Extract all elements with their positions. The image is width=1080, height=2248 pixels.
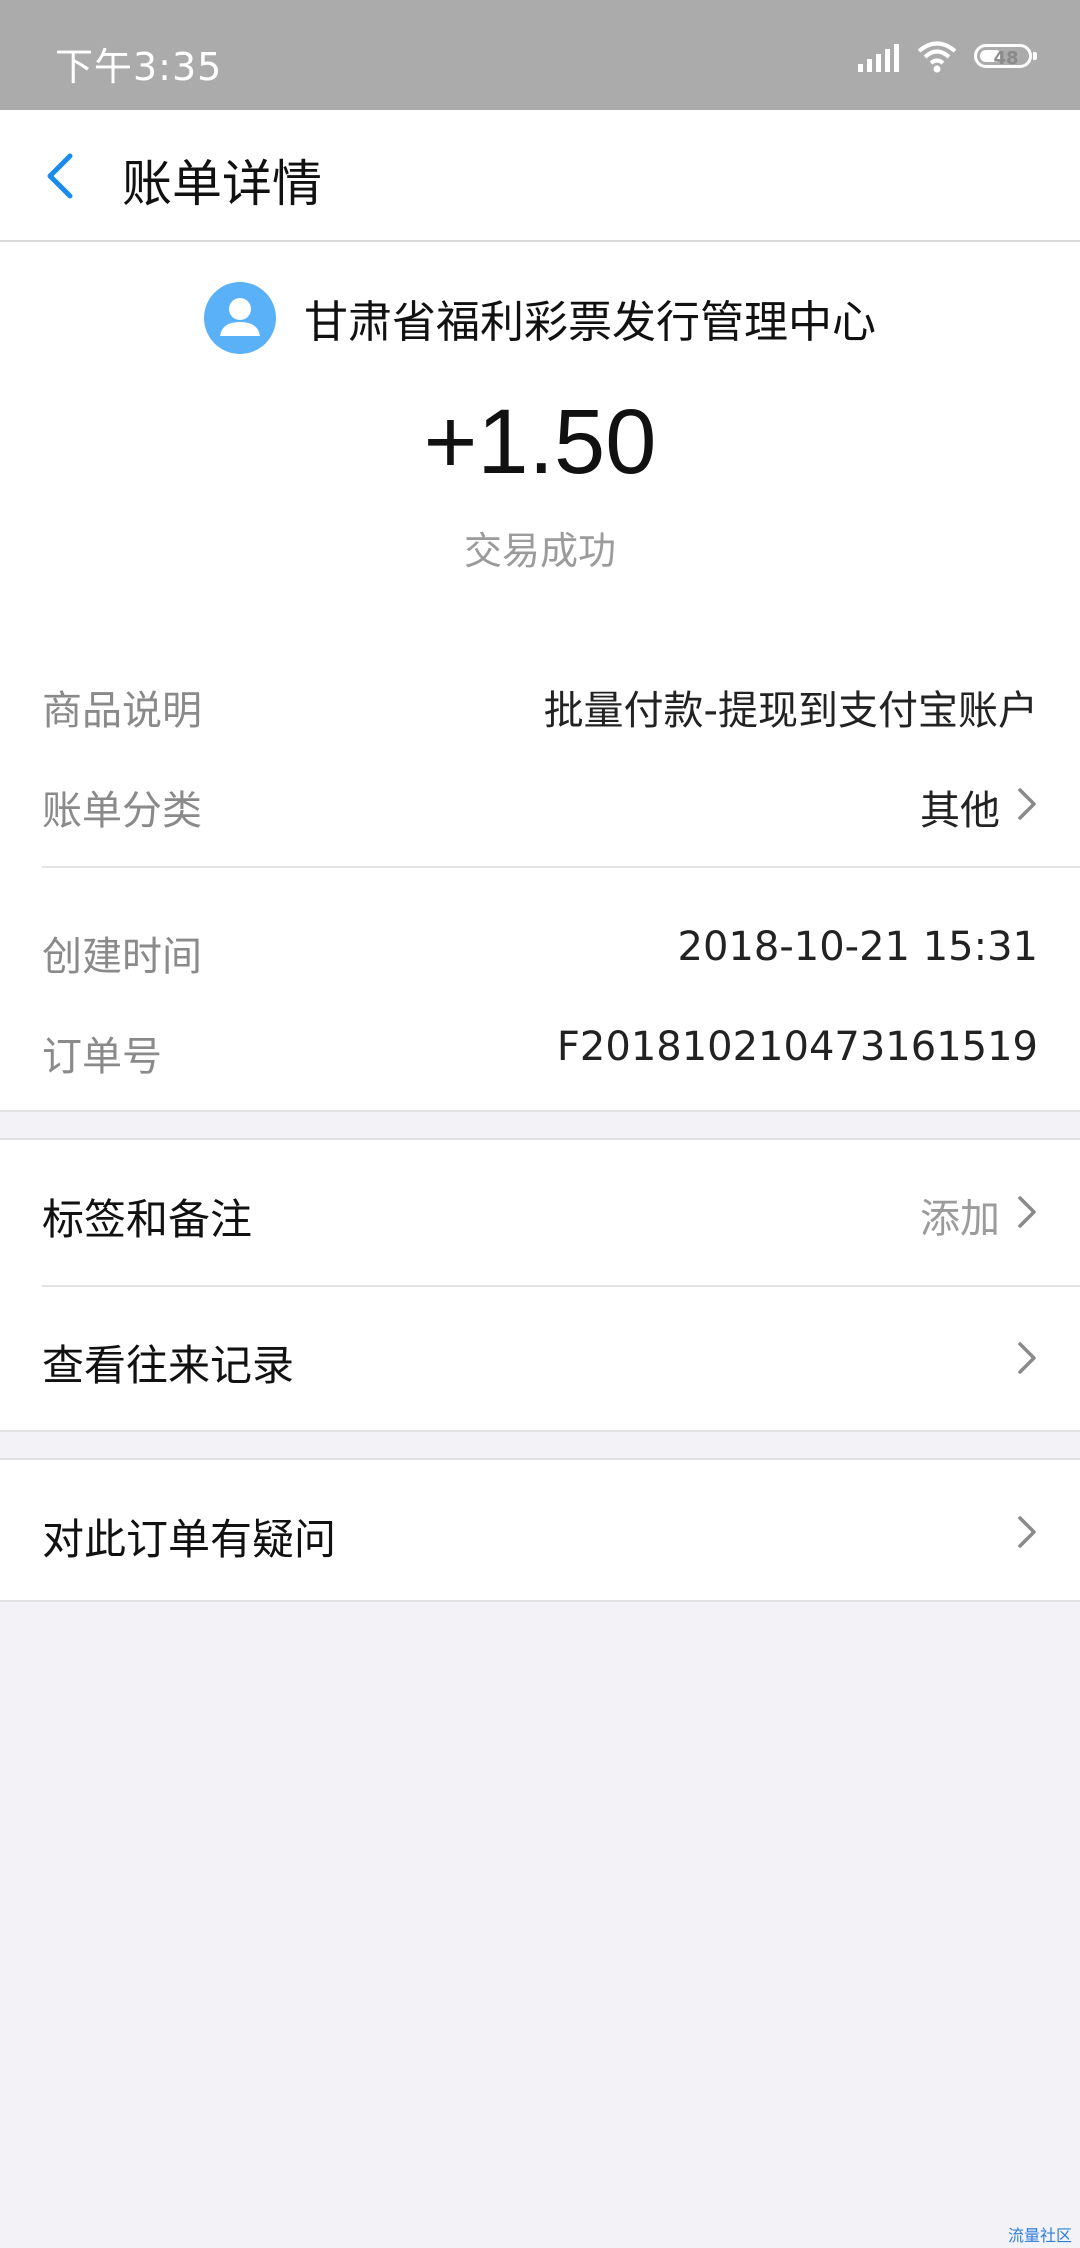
action-label: 标签和备注 bbox=[42, 1195, 253, 1244]
detail-label: 创建时间 bbox=[42, 934, 202, 980]
detail-row-order-number: 订单号 F20181021047316151​9 bbox=[0, 1002, 1080, 1092]
detail-label: 商品说明 bbox=[42, 688, 202, 734]
help-card: 对此订单有疑问 bbox=[0, 1460, 1080, 1600]
action-label: 查看往来记录 bbox=[42, 1341, 295, 1390]
order-question-row[interactable]: 对此订单有疑问 bbox=[0, 1460, 1080, 1600]
detail-value: 其他 bbox=[920, 788, 1000, 834]
status-time: 下午3:35 bbox=[55, 45, 223, 89]
detail-label: 账单分类 bbox=[42, 788, 202, 834]
detail-value: 2018-10-21 15:31 bbox=[677, 924, 1038, 970]
section-gap bbox=[0, 1430, 1080, 1460]
actions-card: 标签和备注 添加 查看往来记录 bbox=[0, 1140, 1080, 1430]
tags-notes-row[interactable]: 标签和备注 添加 bbox=[0, 1140, 1080, 1284]
chevron-right-icon bbox=[1018, 788, 1036, 820]
watermark: 流量社区 bbox=[1007, 2226, 1072, 2245]
status-bar: 下午3:35 48 bbox=[0, 0, 1080, 110]
chevron-right-icon bbox=[1018, 1516, 1036, 1548]
view-history-row[interactable]: 查看往来记录 bbox=[0, 1286, 1080, 1430]
signal-icon bbox=[858, 44, 899, 72]
detail-label: 订单号 bbox=[42, 1034, 162, 1080]
detail-row-description: 商品说明 批量付款-提现到支付宝账户 bbox=[0, 656, 1080, 746]
divider bbox=[42, 866, 1080, 868]
chevron-right-icon bbox=[1018, 1196, 1036, 1228]
transaction-amount: +1.50 bbox=[423, 391, 657, 493]
section-gap bbox=[0, 1110, 1080, 1140]
action-label: 对此订单有疑问 bbox=[42, 1515, 337, 1564]
add-tag-link[interactable]: 添加 bbox=[920, 1186, 1000, 1244]
detail-row-category[interactable]: 账单分类 其他 bbox=[0, 756, 1080, 846]
detail-value: 批量付款-提现到支付宝账户 bbox=[543, 688, 1038, 734]
battery-level: 48 bbox=[993, 48, 1019, 68]
chevron-left-icon[interactable] bbox=[40, 150, 80, 202]
transaction-status: 交易成功 bbox=[463, 529, 616, 573]
wifi-icon bbox=[917, 41, 957, 73]
divider bbox=[0, 1600, 1080, 1602]
order-number: F20181021047316151​9 bbox=[556, 1024, 1038, 1070]
chevron-right-icon bbox=[1018, 1342, 1036, 1374]
user-avatar-icon bbox=[204, 282, 276, 354]
battery-icon: 48 bbox=[974, 44, 1038, 72]
nav-bar: 账单详情 bbox=[0, 110, 1080, 242]
bill-summary-card: 甘肃省福利彩票发行管理中心 +1.50 交易成功 商品说明 批量付款-提现到支付… bbox=[0, 242, 1080, 1110]
detail-row-created-time: 创建时间 2018-10-21 15:31 bbox=[0, 902, 1080, 992]
payee-name: 甘肃省福利彩票发行管理中心 bbox=[304, 297, 876, 348]
page-title: 账单详情 bbox=[122, 155, 322, 213]
payee: 甘肃省福利彩票发行管理中心 bbox=[0, 282, 1080, 358]
